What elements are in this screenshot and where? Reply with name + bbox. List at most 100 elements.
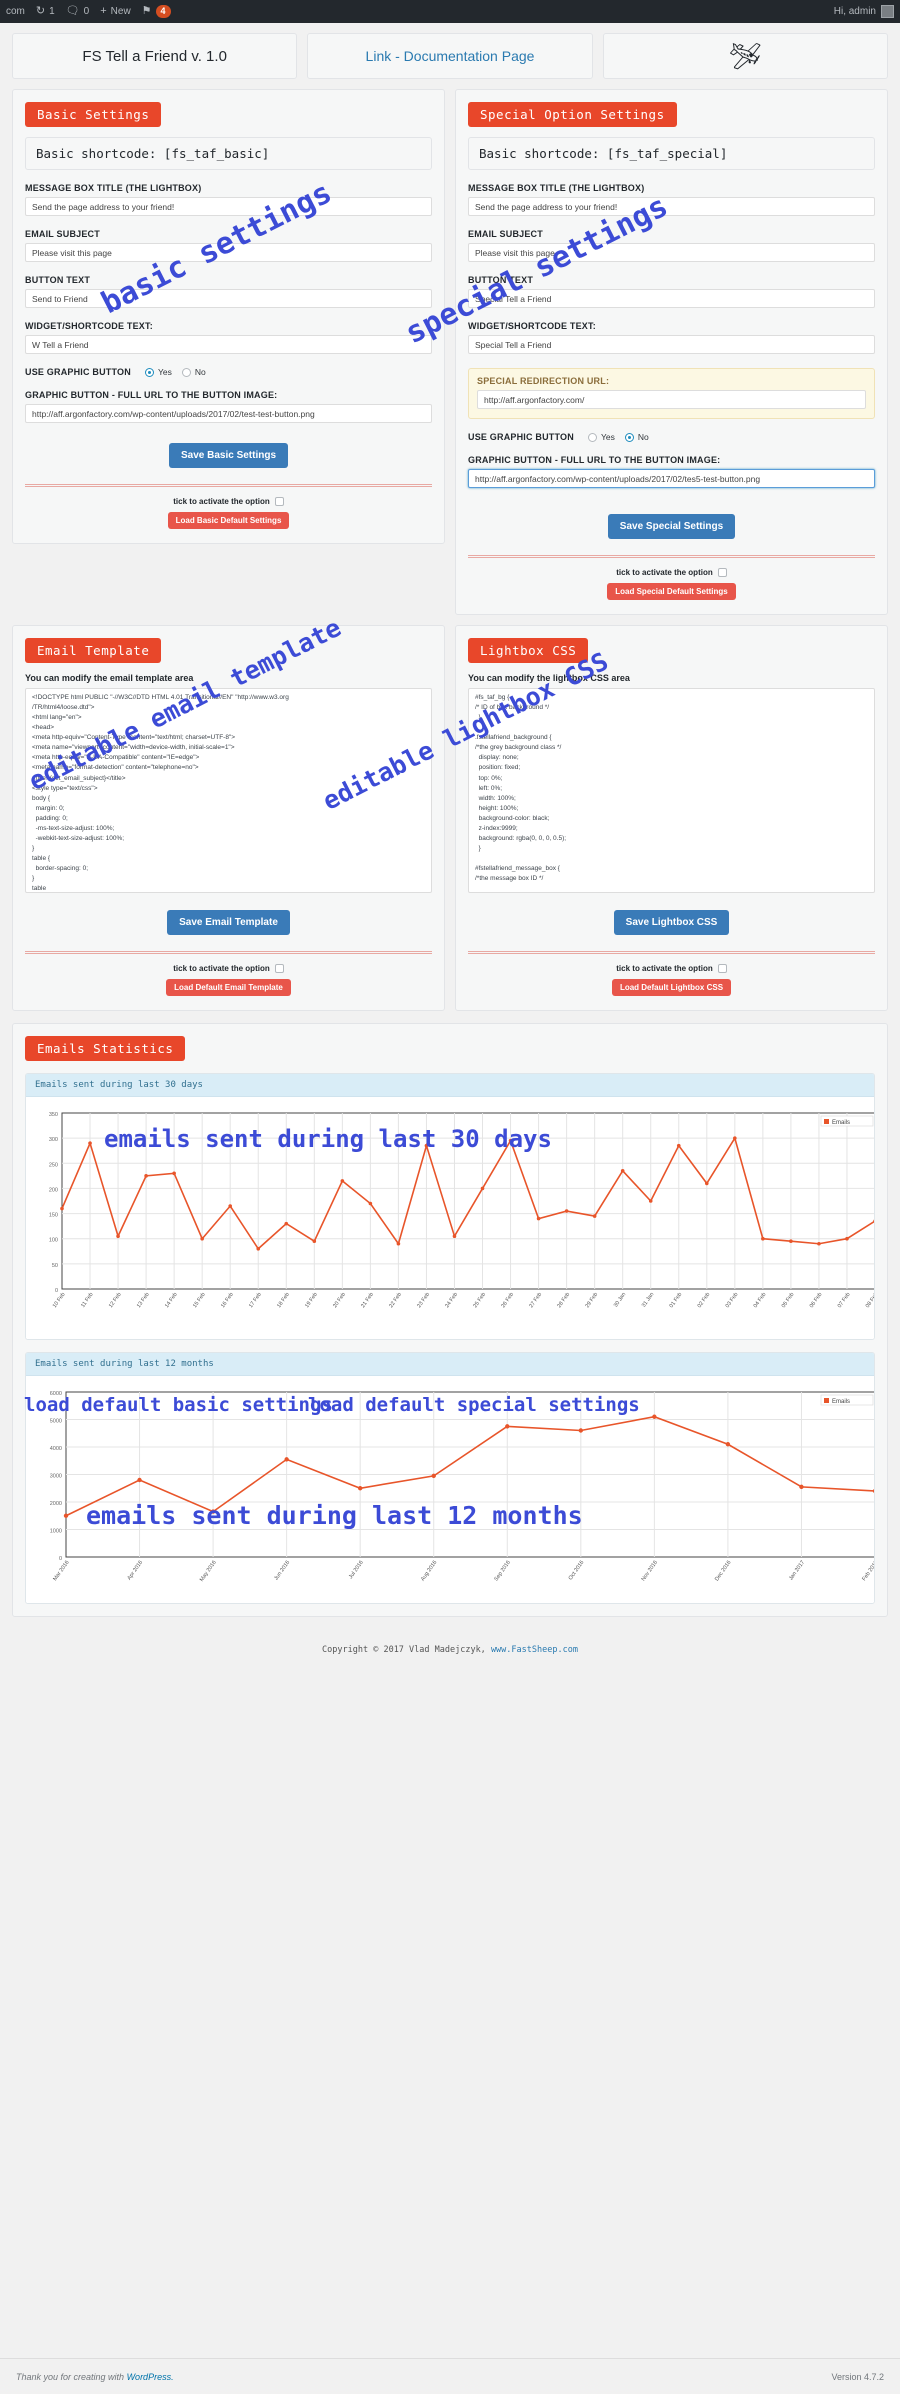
admin-greeting[interactable]: Hi, admin — [834, 6, 876, 17]
svg-text:05 Feb: 05 Feb — [781, 1292, 796, 1309]
special-widget-text-label: WIDGET/SHORTCODE TEXT: — [468, 321, 596, 331]
svg-text:Nov 2016: Nov 2016 — [641, 1560, 659, 1583]
basic-button-text-input[interactable] — [25, 289, 432, 308]
radio-on-icon[interactable] — [624, 432, 634, 442]
save-email-template-button[interactable]: Save Email Template — [167, 910, 290, 935]
lightbox-css-help: You can modify the lightbox CSS area — [468, 673, 630, 683]
special-graphic-url-input[interactable] — [468, 469, 875, 488]
special-settings-panel: Special Option Settings Basic shortcode:… — [455, 89, 888, 615]
basic-email-subject-input[interactable] — [25, 243, 432, 262]
email-template-help: You can modify the email template area — [25, 673, 194, 683]
basic-graphic-url-input[interactable] — [25, 404, 432, 423]
special-redirect-input[interactable] — [477, 390, 866, 409]
radio-off-icon[interactable] — [587, 432, 597, 442]
special-graphic-radios[interactable]: Yes No — [587, 432, 649, 442]
special-redirect-label: SPECIAL REDIRECTION URL: — [477, 376, 610, 386]
lightbox-css-tick-row: tick to activate the option — [468, 964, 875, 973]
lightbox-css-tick-checkbox[interactable] — [717, 964, 727, 973]
lightbox-css-textarea[interactable]: #fs_taf_bg { /* ID of box background */ … — [468, 688, 875, 893]
load-default-email-template-button[interactable]: Load Default Email Template — [166, 979, 291, 996]
admin-bar-site[interactable]: com — [6, 6, 25, 17]
load-basic-default-settings-button[interactable]: Load Basic Default Settings — [167, 512, 290, 529]
email-template-tick-row: tick to activate the option — [25, 964, 432, 973]
line-chart-30days: 0 50 100 150 200 250 300 350 10 Feb 11 Feb 12 Feb 1… — [49, 1112, 874, 1309]
special-graphic-yes[interactable]: Yes — [587, 432, 615, 442]
email-template-tick-checkbox[interactable] — [274, 964, 284, 973]
admin-bar-new[interactable]: + New — [100, 5, 130, 18]
svg-text:Emails: Emails — [832, 1120, 850, 1126]
special-shortcode: Basic shortcode: [fs_taf_special] — [468, 137, 875, 170]
chart-card-12months: Emails sent during last 12 months 0 1000 2… — [25, 1352, 875, 1604]
load-default-lightbox-css-button[interactable]: Load Default Lightbox CSS — [611, 979, 732, 996]
radio-on-icon[interactable] — [144, 367, 154, 377]
basic-graphic-radios[interactable]: Yes No — [144, 367, 206, 377]
special-message-title-input[interactable] — [468, 197, 875, 216]
basic-tick-checkbox[interactable] — [274, 497, 284, 506]
avatar[interactable] — [881, 5, 894, 18]
svg-text:150: 150 — [49, 1213, 58, 1219]
email-template-textarea[interactable]: <!DOCTYPE html PUBLIC "-//W3C//DTD HTML … — [25, 688, 432, 893]
svg-text:23 Feb: 23 Feb — [416, 1292, 431, 1309]
basic-message-title-input[interactable] — [25, 197, 432, 216]
save-lightbox-css-button[interactable]: Save Lightbox CSS — [613, 910, 730, 935]
email-template-tick-label: tick to activate the option — [173, 964, 270, 973]
svg-text:20 Feb: 20 Feb — [332, 1292, 347, 1309]
documentation-link-box[interactable]: Link - Documentation Page — [307, 33, 593, 79]
save-special-settings-button[interactable]: Save Special Settings — [607, 514, 736, 539]
airplane-logo-icon: 🛩 — [728, 41, 762, 71]
load-special-default-settings-button[interactable]: Load Special Default Settings — [607, 583, 736, 600]
svg-text:06 Feb: 06 Feb — [809, 1292, 824, 1309]
chart-body-12months: 0 1000 2000 3000 4000 5000 6000 Mar 2016 Apr 201… — [26, 1376, 874, 1603]
svg-text:11 Feb: 11 Feb — [80, 1292, 95, 1309]
svg-text:14 Feb: 14 Feb — [164, 1292, 179, 1309]
logo-box: 🛩 — [602, 33, 888, 79]
basic-widget-text-input[interactable] — [25, 335, 432, 354]
admin-bar-updates[interactable]: ↻ 1 — [36, 6, 55, 18]
basic-email-subject-label: EMAIL SUBJECT — [25, 229, 100, 239]
special-settings-badge: Special Option Settings — [468, 102, 677, 127]
special-button-text-input[interactable] — [468, 289, 875, 308]
notification-count: 4 — [155, 4, 171, 19]
wp-footer: Thank you for creating with WordPress. V… — [0, 2358, 900, 2394]
basic-divider — [25, 484, 432, 487]
emails-statistics-badge: Emails Statistics — [25, 1036, 186, 1061]
special-tick-checkbox[interactable] — [717, 568, 727, 577]
plus-icon: + — [100, 5, 107, 17]
svg-text:12 Feb: 12 Feb — [108, 1292, 123, 1309]
svg-text:17 Feb: 17 Feb — [248, 1292, 263, 1309]
save-basic-settings-button[interactable]: Save Basic Settings — [168, 443, 289, 468]
svg-text:Oct 2016: Oct 2016 — [568, 1560, 586, 1582]
special-message-title-label: MESSAGE BOX TITLE (THE LIGHTBOX) — [468, 183, 645, 193]
basic-message-title-label: MESSAGE BOX TITLE (THE LIGHTBOX) — [25, 183, 202, 193]
svg-text:22 Feb: 22 Feb — [388, 1292, 403, 1309]
admin-bar-plugin[interactable]: ⚑ 4 — [142, 4, 171, 19]
svg-text:2000: 2000 — [50, 1501, 62, 1507]
svg-text:13 Feb: 13 Feb — [136, 1292, 151, 1309]
plugin-title-box: FS Tell a Friend v. 1.0 — [12, 33, 298, 79]
emails-statistics-panel: Emails Statistics Emails sent during las… — [12, 1023, 888, 1617]
svg-text:Feb 2017: Feb 2017 — [861, 1560, 875, 1582]
lightbox-css-save-row: Save Lightbox CSS — [468, 910, 875, 935]
svg-text:30 Jan: 30 Jan — [613, 1292, 627, 1309]
svg-text:6000: 6000 — [50, 1391, 62, 1397]
radio-off-icon[interactable] — [181, 367, 191, 377]
special-graphic-no[interactable]: No — [624, 432, 649, 442]
basic-graphic-no[interactable]: No — [181, 367, 206, 377]
admin-bar-comments[interactable]: 🗨 0 — [66, 6, 90, 18]
basic-graphic-no-label: No — [194, 367, 206, 377]
svg-text:21 Feb: 21 Feb — [360, 1292, 375, 1309]
basic-graphic-yes[interactable]: Yes — [144, 367, 172, 377]
svg-text:May 2016: May 2016 — [199, 1560, 218, 1583]
documentation-link[interactable]: Link - Documentation Page — [366, 48, 535, 64]
special-redirect-box: SPECIAL REDIRECTION URL: — [468, 368, 875, 419]
copyright-link[interactable]: www.FastSheep.com — [491, 1645, 578, 1655]
special-widget-text-input[interactable] — [468, 335, 875, 354]
site-name: com — [6, 6, 25, 17]
wordpress-link[interactable]: WordPress. — [127, 2372, 174, 2382]
special-graphic-url-label: GRAPHIC BUTTON - FULL URL TO THE BUTTON … — [468, 455, 721, 465]
svg-text:10 Feb: 10 Feb — [52, 1292, 67, 1309]
basic-graphic-yes-label: Yes — [157, 367, 172, 377]
special-email-subject-input[interactable] — [468, 243, 875, 262]
svg-text:3000: 3000 — [50, 1474, 62, 1480]
svg-text:31 Jan: 31 Jan — [641, 1292, 655, 1309]
